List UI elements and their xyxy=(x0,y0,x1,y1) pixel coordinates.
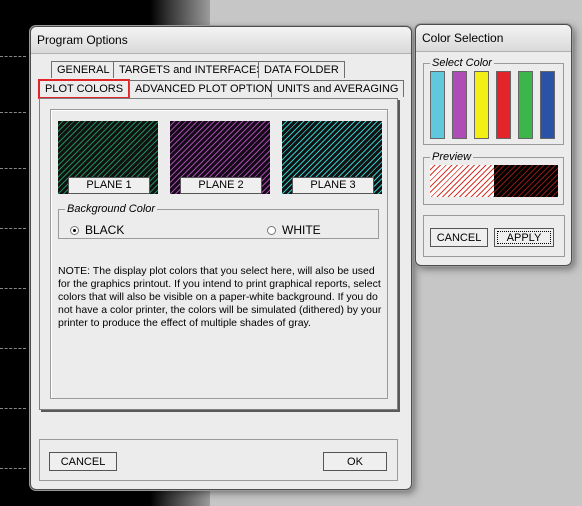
color-cancel-button[interactable]: CANCEL xyxy=(430,228,488,247)
ruler-tick xyxy=(0,288,26,289)
color-option-red[interactable] xyxy=(496,71,511,139)
color-option-cyan[interactable] xyxy=(430,71,445,139)
tab-plot-colors[interactable]: PLOT COLORS xyxy=(38,79,130,99)
plane-3-button[interactable]: PLANE 3 xyxy=(292,177,374,194)
plane-2-button[interactable]: PLANE 2 xyxy=(180,177,262,194)
radio-unselected-icon xyxy=(267,225,276,235)
background-white-radio[interactable]: WHITE xyxy=(267,223,321,237)
color-selection-title: Color Selection xyxy=(416,25,571,52)
tab-data-folder[interactable]: DATA FOLDER xyxy=(258,61,345,78)
ruler-tick xyxy=(0,56,26,57)
select-color-legend: Select Color xyxy=(432,57,492,69)
color-selection-window: Color Selection Select Color Preview CAN… xyxy=(415,24,572,266)
plot-colors-panel: PLANE 1 PLANE 2 PLANE 3 Background Color… xyxy=(39,98,398,410)
color-palette xyxy=(430,71,560,139)
background-black-label: BLACK xyxy=(85,223,125,237)
preview-on-black xyxy=(494,165,558,197)
ruler-tick xyxy=(0,228,26,229)
ruler-tick xyxy=(0,168,26,169)
background-white-label: WHITE xyxy=(282,223,321,237)
color-option-green[interactable] xyxy=(518,71,533,139)
window-title: Program Options xyxy=(31,27,411,54)
radio-selected-icon xyxy=(70,225,79,235)
tab-targets-interfaces[interactable]: TARGETS and INTERFACES xyxy=(113,61,270,78)
cancel-button[interactable]: CANCEL xyxy=(49,452,117,471)
plot-colors-note: NOTE: The display plot colors that you s… xyxy=(58,265,382,329)
ruler-tick xyxy=(0,112,26,113)
ok-button[interactable]: OK xyxy=(323,452,387,471)
preview-legend: Preview xyxy=(432,151,472,163)
background-black-radio[interactable]: BLACK xyxy=(70,223,124,237)
plane-1-button[interactable]: PLANE 1 xyxy=(68,177,150,194)
tab-general[interactable]: GENERAL xyxy=(51,61,116,78)
ruler-tick xyxy=(0,348,26,349)
preview-on-white xyxy=(430,165,494,197)
color-option-blue[interactable] xyxy=(540,71,555,139)
tab-units-averaging[interactable]: UNITS and AVERAGING xyxy=(271,80,405,97)
tab-advanced-plot-options[interactable]: ADVANCED PLOT OPTIONS xyxy=(129,80,286,97)
color-option-yellow[interactable] xyxy=(474,71,489,139)
program-options-window: Program Options GENERAL TARGETS and INTE… xyxy=(30,26,412,490)
background-color-legend: Background Color xyxy=(67,203,156,215)
color-option-magenta[interactable] xyxy=(452,71,467,139)
ruler-tick xyxy=(0,408,26,409)
apply-button[interactable]: APPLY xyxy=(494,228,554,247)
ruler-tick xyxy=(0,468,26,469)
